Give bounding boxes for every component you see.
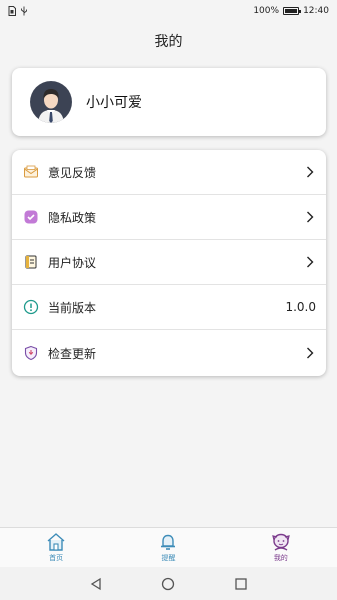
menu-item-label: 用户协议 <box>48 255 97 270</box>
chevron-right-icon <box>307 166 314 178</box>
menu-item-check-update[interactable]: 检查更新 <box>12 330 326 376</box>
menu-card: 意见反馈 隐私政策 用户协议 当前版本 1.0.0 检查更新 <box>12 150 326 376</box>
header: 我的 <box>0 22 337 60</box>
menu-item-right: 1.0.0 <box>285 300 316 314</box>
chevron-right-icon <box>307 256 314 268</box>
version-value: 1.0.0 <box>285 300 316 314</box>
menu-item-label: 当前版本 <box>48 300 97 315</box>
menu-item-right <box>304 165 316 179</box>
battery-icon <box>283 7 302 15</box>
home-icon <box>47 533 65 551</box>
menu-item-label: 隐私政策 <box>48 210 97 225</box>
battery-percent: 100% <box>253 6 280 16</box>
menu-item-right <box>304 346 316 360</box>
bell-icon <box>161 534 176 550</box>
feedback-envelope-icon <box>22 163 40 181</box>
menu-item-feedback[interactable]: 意见反馈 <box>12 150 326 195</box>
status-right: 100% 12:40 <box>253 6 329 16</box>
status-bar: 100% 12:40 <box>0 0 337 22</box>
status-left <box>8 6 28 16</box>
home-circle-icon[interactable] <box>161 577 175 591</box>
recents-square-icon[interactable] <box>234 577 248 591</box>
update-shield-icon <box>22 344 40 362</box>
chevron-right-icon <box>307 347 314 359</box>
chevron-right-icon <box>307 211 314 223</box>
tab-bar: 首页 提醒 我的 <box>0 527 337 567</box>
status-time: 12:40 <box>303 6 329 16</box>
menu-item-right <box>304 255 316 269</box>
menu-item-user-agreement[interactable]: 用户协议 <box>12 240 326 285</box>
profile-face-icon <box>271 533 290 551</box>
tab-label: 首页 <box>49 554 64 562</box>
back-triangle-icon[interactable] <box>89 577 103 591</box>
avatar-person-icon[interactable] <box>30 81 72 123</box>
menu-item-privacy-policy[interactable]: 隐私政策 <box>12 195 326 240</box>
tab-mine[interactable]: 我的 <box>225 528 337 567</box>
tab-reminder[interactable]: 提醒 <box>112 528 224 567</box>
menu-item-current-version: 当前版本 1.0.0 <box>12 285 326 330</box>
profile-card[interactable]: 小小可爱 <box>12 68 326 136</box>
tab-label: 提醒 <box>161 554 176 562</box>
username: 小小可爱 <box>86 95 142 111</box>
system-nav-bar <box>0 567 337 600</box>
menu-item-right <box>304 210 316 224</box>
tab-label: 我的 <box>273 554 288 562</box>
page-title: 我的 <box>154 34 183 50</box>
tab-home[interactable]: 首页 <box>0 528 112 567</box>
privacy-shield-icon <box>22 208 40 226</box>
agreement-document-icon <box>22 253 40 271</box>
menu-item-label: 意见反馈 <box>48 165 97 180</box>
menu-item-label: 检查更新 <box>48 346 97 361</box>
sim-card-icon <box>8 6 16 16</box>
info-circle-icon <box>22 298 40 316</box>
usb-icon <box>21 6 27 16</box>
